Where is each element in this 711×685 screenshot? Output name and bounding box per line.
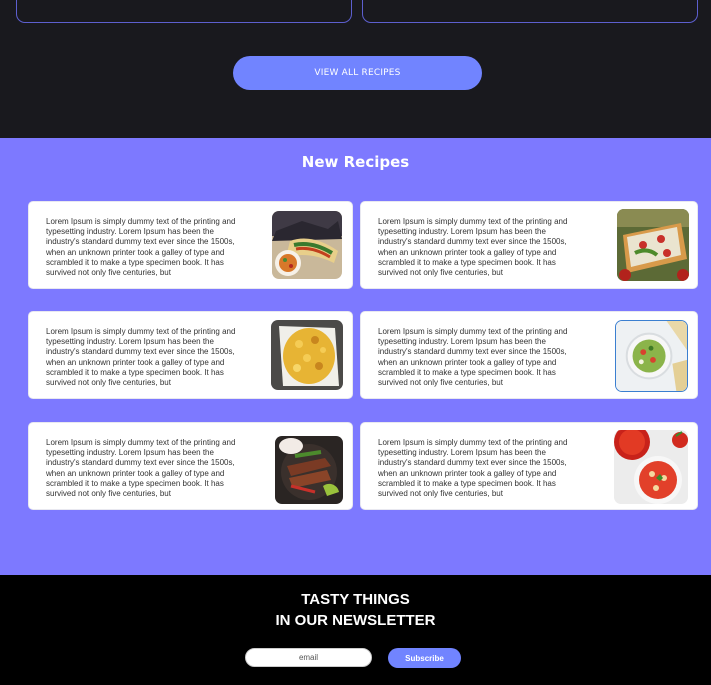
newsletter-section: TASTY THINGS IN OUR NEWSLETTER Subscribe	[0, 575, 711, 685]
subscribe-button[interactable]: Subscribe	[388, 648, 461, 668]
recipe-description: Lorem Ipsum is simply dummy text of the …	[46, 327, 236, 388]
recipe-card[interactable]: Lorem Ipsum is simply dummy text of the …	[28, 311, 353, 399]
tacos-photo	[272, 211, 342, 279]
recipe-card[interactable]: Lorem Ipsum is simply dummy text of the …	[360, 422, 698, 510]
recipe-description: Lorem Ipsum is simply dummy text of the …	[378, 217, 568, 278]
recipe-card[interactable]: Lorem Ipsum is simply dummy text of the …	[28, 201, 353, 289]
recipe-card[interactable]: Lorem Ipsum is simply dummy text of the …	[360, 311, 698, 399]
recipe-description: Lorem Ipsum is simply dummy text of the …	[378, 327, 568, 388]
recipe-card[interactable]: Lorem Ipsum is simply dummy text of the …	[360, 201, 698, 289]
recipe-description: Lorem Ipsum is simply dummy text of the …	[46, 217, 236, 278]
recipe-card-partial[interactable]	[362, 0, 698, 23]
newsletter-title-line1: TASTY THINGS	[301, 591, 410, 608]
new-recipes-section: New Recipes Lorem Ipsum is simply dummy …	[0, 138, 711, 575]
mac-and-cheese-photo	[271, 320, 343, 390]
recipe-card-partial[interactable]	[16, 0, 352, 23]
recipes-section-top: VIEW ALL RECIPES	[0, 0, 711, 138]
tomato-soup-photo	[614, 430, 688, 504]
section-title: New Recipes	[301, 153, 410, 171]
recipe-description: Lorem Ipsum is simply dummy text of the …	[378, 438, 568, 499]
toast-photo	[617, 209, 689, 281]
view-all-recipes-button[interactable]: VIEW ALL RECIPES	[233, 56, 482, 90]
fajitas-photo	[275, 436, 343, 504]
newsletter-title-line2: IN OUR NEWSLETTER	[275, 612, 436, 629]
recipe-description: Lorem Ipsum is simply dummy text of the …	[46, 438, 236, 499]
guacamole-photo	[615, 320, 688, 392]
recipe-card[interactable]: Lorem Ipsum is simply dummy text of the …	[28, 422, 353, 510]
email-field[interactable]	[245, 648, 372, 667]
